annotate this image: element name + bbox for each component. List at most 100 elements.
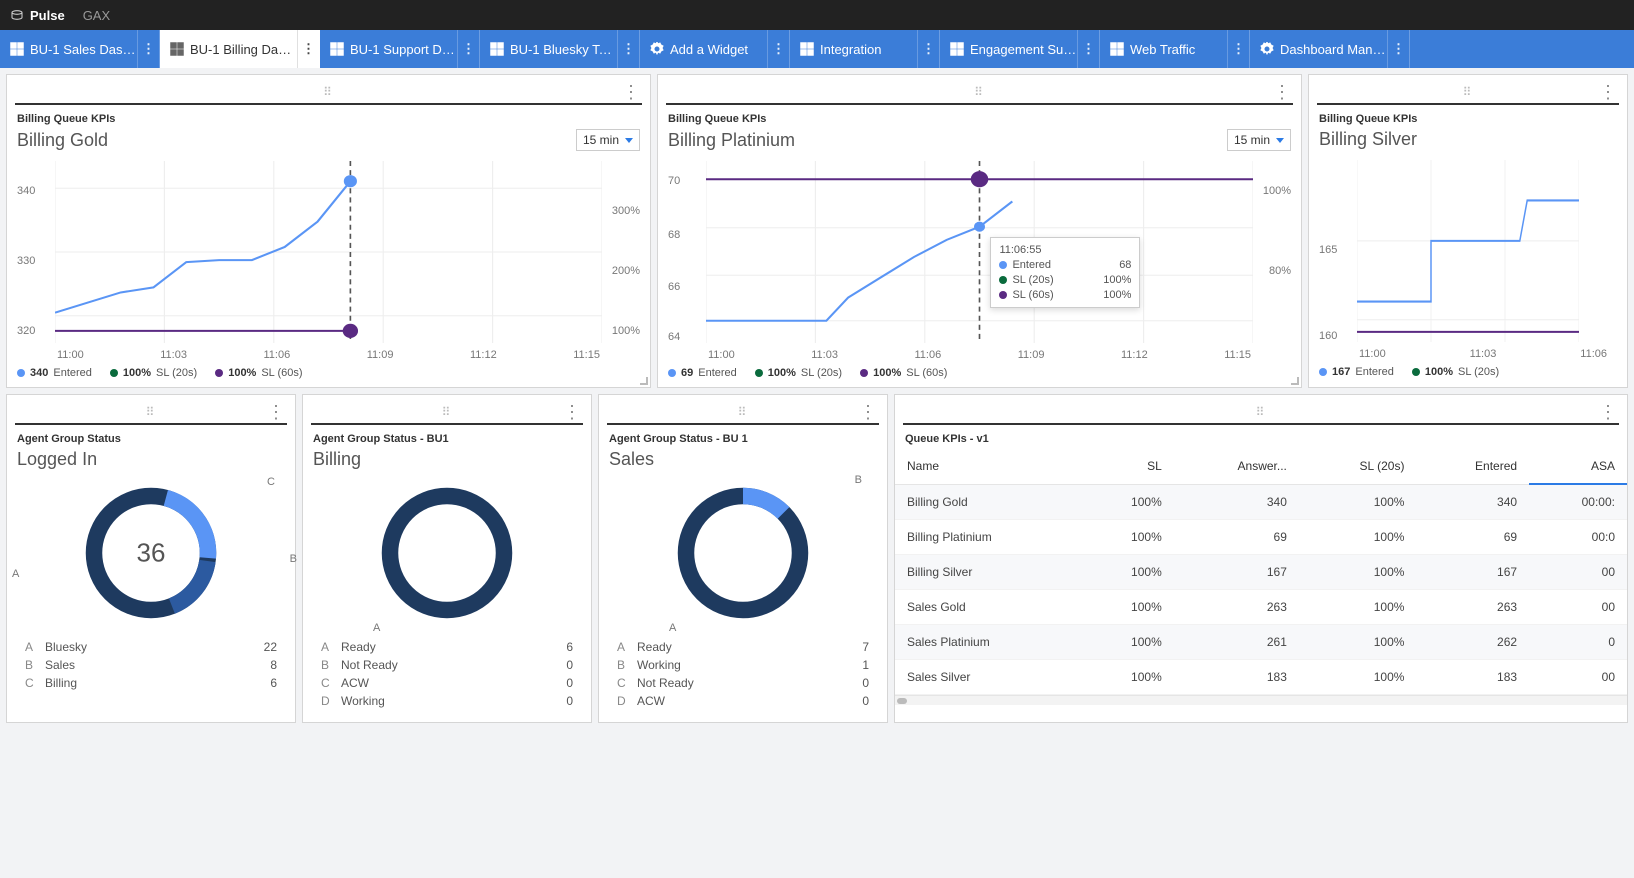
- widget-agent-sales: ⠿⋮ Agent Group Status - BU 1 Sales A B A…: [598, 394, 888, 723]
- table-header[interactable]: Entered: [1416, 449, 1529, 484]
- tab[interactable]: BU-1 Bluesky Te-...⋮: [480, 30, 640, 68]
- widget-menu-button[interactable]: ⋮: [622, 83, 640, 101]
- table-header[interactable]: SL: [1080, 449, 1173, 484]
- list-item: AReady6: [321, 638, 573, 656]
- tab-menu-button[interactable]: ⋮: [1387, 30, 1409, 68]
- tab-menu-button[interactable]: ⋮: [617, 30, 639, 68]
- resize-handle-icon[interactable]: [640, 377, 648, 385]
- drag-handle-icon[interactable]: ⠿: [146, 405, 157, 419]
- table-header[interactable]: Answer...: [1174, 449, 1299, 484]
- grid-icon: [490, 42, 504, 56]
- period-selector[interactable]: 15 min: [1227, 129, 1291, 151]
- legend-dot-icon: [17, 369, 25, 377]
- brand[interactable]: Pulse: [10, 8, 65, 23]
- tab-label: Engagement Su-...: [970, 42, 1077, 57]
- tab[interactable]: BU-1 Support Da-...⋮: [320, 30, 480, 68]
- table-header[interactable]: SL (20s): [1299, 449, 1417, 484]
- tab-menu-button[interactable]: ⋮: [767, 30, 789, 68]
- widget-menu-button[interactable]: ⋮: [1599, 403, 1617, 421]
- table-header[interactable]: Name: [895, 449, 1080, 484]
- drag-handle-icon[interactable]: ⠿: [974, 85, 985, 99]
- table-row[interactable]: Billing Platinium100%69100%6900:0: [895, 520, 1627, 555]
- drag-handle-icon[interactable]: ⠿: [442, 405, 453, 419]
- kpi-table: NameSLAnswer...SL (20s)EnteredASA Billin…: [895, 449, 1627, 695]
- chart-tooltip: 11:06:55 Entered68SL (20s)100%SL (60s)10…: [990, 237, 1140, 308]
- legend-item: 167 Entered: [1319, 366, 1394, 378]
- y-tick: 100%: [612, 325, 640, 337]
- widget-menu-button[interactable]: ⋮: [267, 403, 285, 421]
- legend-item: 100% SL (20s): [755, 367, 842, 379]
- table-row[interactable]: Sales Silver100%183100%18300: [895, 660, 1627, 695]
- y-tick: 300%: [612, 205, 640, 217]
- legend-item: 100% SL (60s): [215, 367, 302, 379]
- widget-menu-button[interactable]: ⋮: [1273, 83, 1291, 101]
- line-chart: [706, 161, 1253, 343]
- tab[interactable]: Add a Widget⋮: [640, 30, 790, 68]
- tab[interactable]: BU-1 Sales Dash-...⋮: [0, 30, 160, 68]
- legend-item: 340 Entered: [17, 367, 92, 379]
- table-header[interactable]: ASA: [1529, 449, 1627, 484]
- drag-handle-icon[interactable]: ⠿: [1256, 405, 1267, 419]
- horizontal-scrollbar[interactable]: [895, 695, 1627, 705]
- x-tick: 11:03: [811, 349, 838, 361]
- tab-label: Web Traffic: [1130, 42, 1227, 57]
- tab[interactable]: Web Traffic⋮: [1100, 30, 1250, 68]
- tab-menu-button[interactable]: ⋮: [137, 30, 159, 68]
- widget-menu-button[interactable]: ⋮: [1599, 83, 1617, 101]
- period-label: 15 min: [583, 133, 619, 147]
- app-header: Pulse GAX: [0, 0, 1634, 30]
- period-selector[interactable]: 15 min: [576, 129, 640, 151]
- list-item: BNot Ready0: [321, 656, 573, 674]
- list-item: BSales8: [25, 656, 277, 674]
- tab-menu-button[interactable]: ⋮: [1227, 30, 1249, 68]
- drag-handle-icon[interactable]: ⠿: [738, 405, 749, 419]
- widget-subtitle: Billing Queue KPIs: [1319, 113, 1617, 125]
- donut-legend: ABluesky22BSales8CBilling6: [25, 638, 277, 692]
- line-chart: [55, 161, 602, 343]
- tab-menu-button[interactable]: ⋮: [457, 30, 479, 68]
- nav-link-gax[interactable]: GAX: [83, 8, 110, 23]
- database-icon: [10, 10, 24, 20]
- tab[interactable]: Integration⋮: [790, 30, 940, 68]
- widget-agent-billing: ⠿⋮ Agent Group Status - BU1 Billing A AR…: [302, 394, 592, 723]
- chart-area: 165 160 11:00 11:03 11:06: [1319, 160, 1617, 360]
- donut-seg-label: C: [267, 476, 275, 488]
- tab-menu-button[interactable]: ⋮: [1077, 30, 1099, 68]
- table-row[interactable]: Billing Gold100%340100%34000:00:: [895, 484, 1627, 520]
- y-tick: 340: [17, 185, 35, 197]
- donut-seg-label: B: [855, 474, 862, 486]
- table-row[interactable]: Sales Platinium100%261100%2620: [895, 625, 1627, 660]
- table-row[interactable]: Billing Silver100%167100%16700: [895, 555, 1627, 590]
- tab-menu-button[interactable]: ⋮: [297, 30, 319, 68]
- tab-strip: BU-1 Sales Dash-...⋮BU-1 Billing Das-...…: [0, 30, 1634, 68]
- table-header-row: NameSLAnswer...SL (20s)EnteredASA: [895, 449, 1627, 484]
- drag-handle-icon[interactable]: ⠿: [1463, 85, 1474, 99]
- donut-seg-label: A: [373, 622, 380, 634]
- widget-title: Logged In: [17, 449, 97, 470]
- widget-title: Billing Silver: [1319, 129, 1417, 150]
- widget-subtitle: Agent Group Status - BU1: [313, 433, 581, 445]
- y-tick: 68: [668, 229, 680, 241]
- table-row[interactable]: Sales Gold100%263100%26300: [895, 590, 1627, 625]
- tab[interactable]: BU-1 Billing Das-...⋮: [160, 30, 320, 68]
- chevron-down-icon: [1276, 138, 1284, 143]
- resize-handle-icon[interactable]: [1291, 377, 1299, 385]
- list-item: BWorking1: [617, 656, 869, 674]
- tab[interactable]: Engagement Su-...⋮: [940, 30, 1100, 68]
- tab-menu-button[interactable]: ⋮: [917, 30, 939, 68]
- x-tick: 11:06: [1580, 348, 1607, 360]
- x-tick: 11:09: [367, 349, 394, 361]
- grid-icon: [330, 42, 344, 56]
- tab-label: Integration: [820, 42, 917, 57]
- period-label: 15 min: [1234, 133, 1270, 147]
- gear-icon: [1260, 42, 1274, 56]
- donut-legend: AReady7BWorking1CNot Ready0DACW0: [617, 638, 869, 710]
- y-tick: 66: [668, 281, 680, 293]
- list-item: CNot Ready0: [617, 674, 869, 692]
- tab[interactable]: Dashboard Mana-...⋮: [1250, 30, 1410, 68]
- widget-menu-button[interactable]: ⋮: [859, 403, 877, 421]
- widget-menu-button[interactable]: ⋮: [563, 403, 581, 421]
- drag-handle-icon[interactable]: ⠿: [323, 85, 334, 99]
- widget-subtitle: Agent Group Status - BU 1: [609, 433, 877, 445]
- x-tick: 11:03: [1470, 348, 1497, 360]
